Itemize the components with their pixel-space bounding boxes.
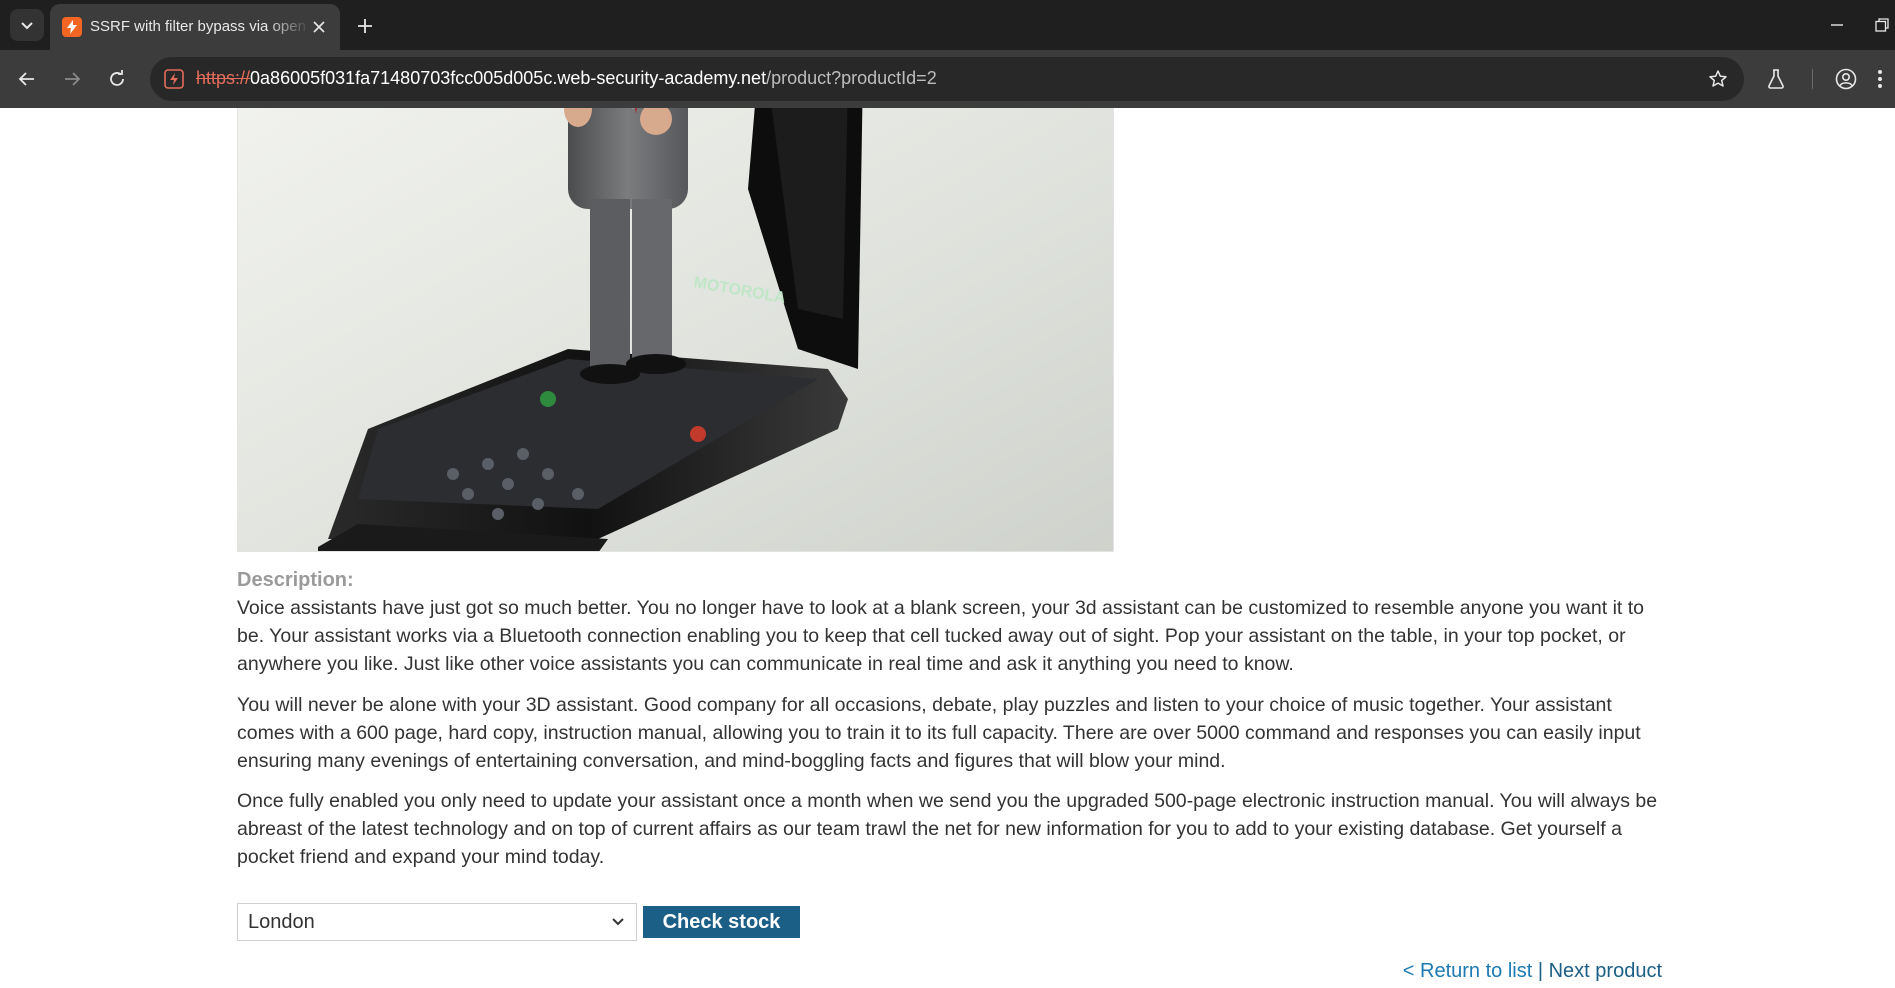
minimize-icon[interactable] [1820, 8, 1854, 42]
next-product-link[interactable]: Next product [1549, 960, 1662, 982]
new-tab-plus-icon[interactable] [350, 11, 380, 41]
bookmark-star-icon[interactable] [1706, 67, 1730, 91]
url-scheme: https:// [196, 68, 251, 88]
lab-favicon-icon [62, 17, 82, 37]
description-paragraph-3: Once fully enabled you only need to upda… [237, 790, 1658, 868]
store-select[interactable]: London [237, 903, 637, 941]
check-stock-button[interactable]: Check stock [643, 906, 800, 938]
url-path: /product?productId=2 [766, 68, 937, 88]
return-to-list-link[interactable]: < Return to list [1403, 960, 1533, 982]
forward-arrow-icon[interactable] [55, 62, 89, 96]
labs-flask-icon[interactable] [1759, 62, 1793, 96]
site-info-icon[interactable] [162, 68, 186, 90]
browser-tabstrip: SSRF with filter bypass via open redirec… [0, 0, 1895, 50]
restore-icon[interactable] [1865, 8, 1895, 42]
product-image: MOTOROLA [237, 108, 1114, 552]
url-text: https://0a86005f031fa71480703fcc005d005c… [196, 68, 937, 90]
toolbar-divider [1812, 69, 1813, 89]
tab-title: SSRF with filter bypass via open redirec… [90, 18, 310, 35]
tab-search-button[interactable] [10, 9, 44, 41]
url-host: 0a86005f031fa71480703fcc005d005c.web-sec… [250, 68, 767, 88]
description-paragraph-1: Voice assistants have just got so much b… [237, 597, 1645, 675]
product-navigation: < Return to list | Next product [1403, 960, 1662, 983]
browser-toolbar: https://0a86005f031fa71480703fcc005d005c… [0, 50, 1895, 108]
product-photo-figure-on-phone: MOTOROLA [238, 108, 1113, 551]
chevron-down-icon [612, 918, 624, 926]
back-arrow-icon[interactable] [10, 62, 44, 96]
page-content: MOTOROLA Description: Voice assistants h… [0, 108, 1895, 988]
menu-kebab-icon[interactable] [1870, 62, 1890, 96]
address-bar[interactable]: https://0a86005f031fa71480703fcc005d005c… [150, 57, 1744, 101]
profile-avatar-icon[interactable] [1829, 62, 1863, 96]
chevron-down-icon [21, 22, 33, 30]
store-select-value: London [248, 911, 315, 933]
description-paragraph-2: You will never be alone with your 3D ass… [237, 694, 1641, 772]
tab-close-icon[interactable] [310, 18, 328, 36]
browser-tab[interactable]: SSRF with filter bypass via open redirec… [50, 4, 340, 50]
reload-icon[interactable] [100, 62, 134, 96]
link-separator: | [1537, 960, 1544, 982]
description-label: Description: [237, 569, 354, 591]
